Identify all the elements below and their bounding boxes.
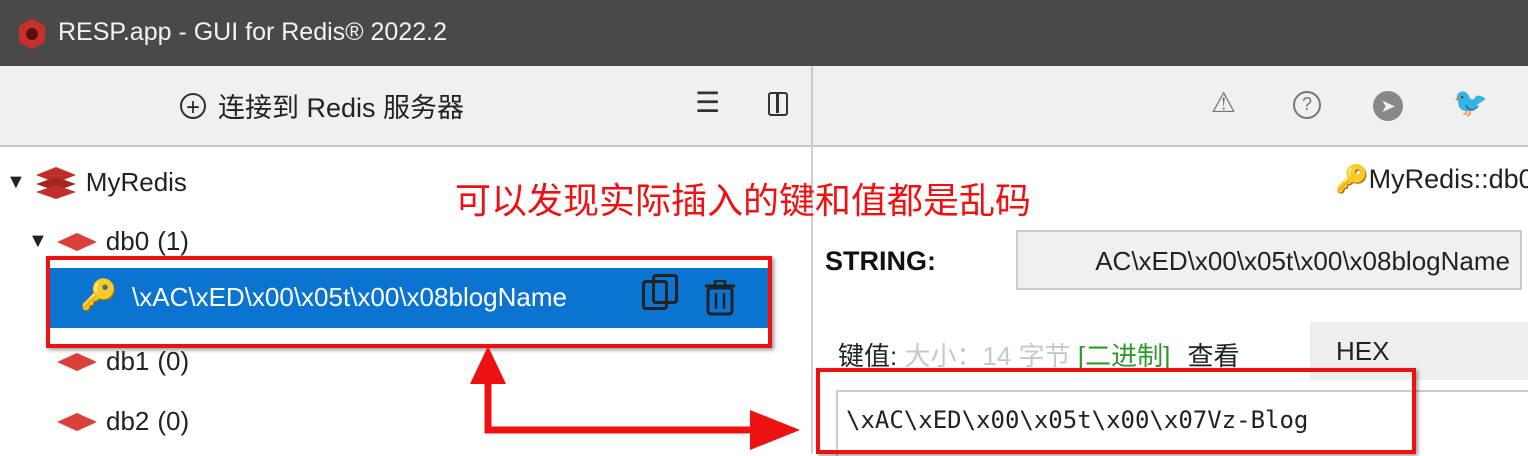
value-size: 大小：14 字节 xyxy=(904,341,1071,371)
split-view-icon[interactable] xyxy=(768,92,788,116)
connect-button[interactable]: + 连接到 Redis 服务器 xyxy=(180,86,464,125)
db-count: (0) xyxy=(157,346,190,376)
twitter-icon[interactable]: 🐦 xyxy=(1453,86,1488,119)
help-icon[interactable]: ? xyxy=(1293,91,1321,119)
annotation-box-key xyxy=(46,256,772,348)
breadcrumb-text: MyRedis::db0 xyxy=(1368,164,1528,194)
tree-db1[interactable]: db1 (0) xyxy=(56,346,189,377)
view-mode-value: HEX xyxy=(1336,336,1390,366)
warning-icon[interactable]: ⚠ xyxy=(1211,86,1236,119)
view-label: 查看 xyxy=(1187,341,1240,371)
left-toolbar: + 连接到 Redis 服务器 ☰ xyxy=(0,66,813,147)
right-toolbar: ⚠ ? ➤ 🐦 xyxy=(813,66,1528,147)
connection-name: MyRedis xyxy=(85,166,187,197)
db-count: (1) xyxy=(157,226,189,256)
key-type-label: STRING: xyxy=(825,246,936,276)
annotation-box-value xyxy=(816,368,1416,454)
window-title: RESP.app - GUI for Redis® 2022.2 xyxy=(58,18,447,46)
tree-db0[interactable]: ▼ db0 (1) xyxy=(28,226,189,257)
annotation-text: 可以发现实际插入的键和值都是乱码 xyxy=(455,180,1032,221)
database-icon xyxy=(57,412,97,431)
plus-circle-icon: + xyxy=(180,92,206,120)
db-name: db1 xyxy=(106,346,150,376)
tree-db2[interactable]: db2 (0) xyxy=(56,406,189,437)
breadcrumb: 🔑MyRedis::db0 xyxy=(1335,163,1528,195)
db-name: db0 xyxy=(105,226,150,256)
database-icon xyxy=(56,232,97,251)
title-bar: RESP.app - GUI for Redis® 2022.2 xyxy=(0,0,1528,66)
expand-arrow-icon: ▼ xyxy=(6,170,26,193)
key-name-input[interactable]: AC\xED\x00\x05t\x00\x08blogName xyxy=(1016,230,1522,290)
telegram-icon[interactable]: ➤ xyxy=(1373,91,1403,121)
database-icon xyxy=(57,352,97,371)
annotation-arrow xyxy=(470,346,800,450)
list-icon[interactable]: ☰ xyxy=(695,86,720,119)
app-logo-icon xyxy=(19,19,45,49)
connect-label: 连接到 Redis 服务器 xyxy=(218,93,465,123)
key-name-value: AC\xED\x00\x05t\x00\x08blogName xyxy=(1095,246,1510,276)
tree-connection[interactable]: ▼ MyRedis xyxy=(6,165,187,199)
key-icon: 🔑 xyxy=(1335,164,1369,194)
db-name: db2 xyxy=(106,406,150,436)
binary-tag: [二进制] xyxy=(1077,341,1171,371)
db-count: (0) xyxy=(157,406,190,436)
expand-arrow-icon: ▼ xyxy=(28,230,48,252)
redis-stack-icon xyxy=(35,167,76,199)
value-label: 键值: xyxy=(838,341,898,371)
